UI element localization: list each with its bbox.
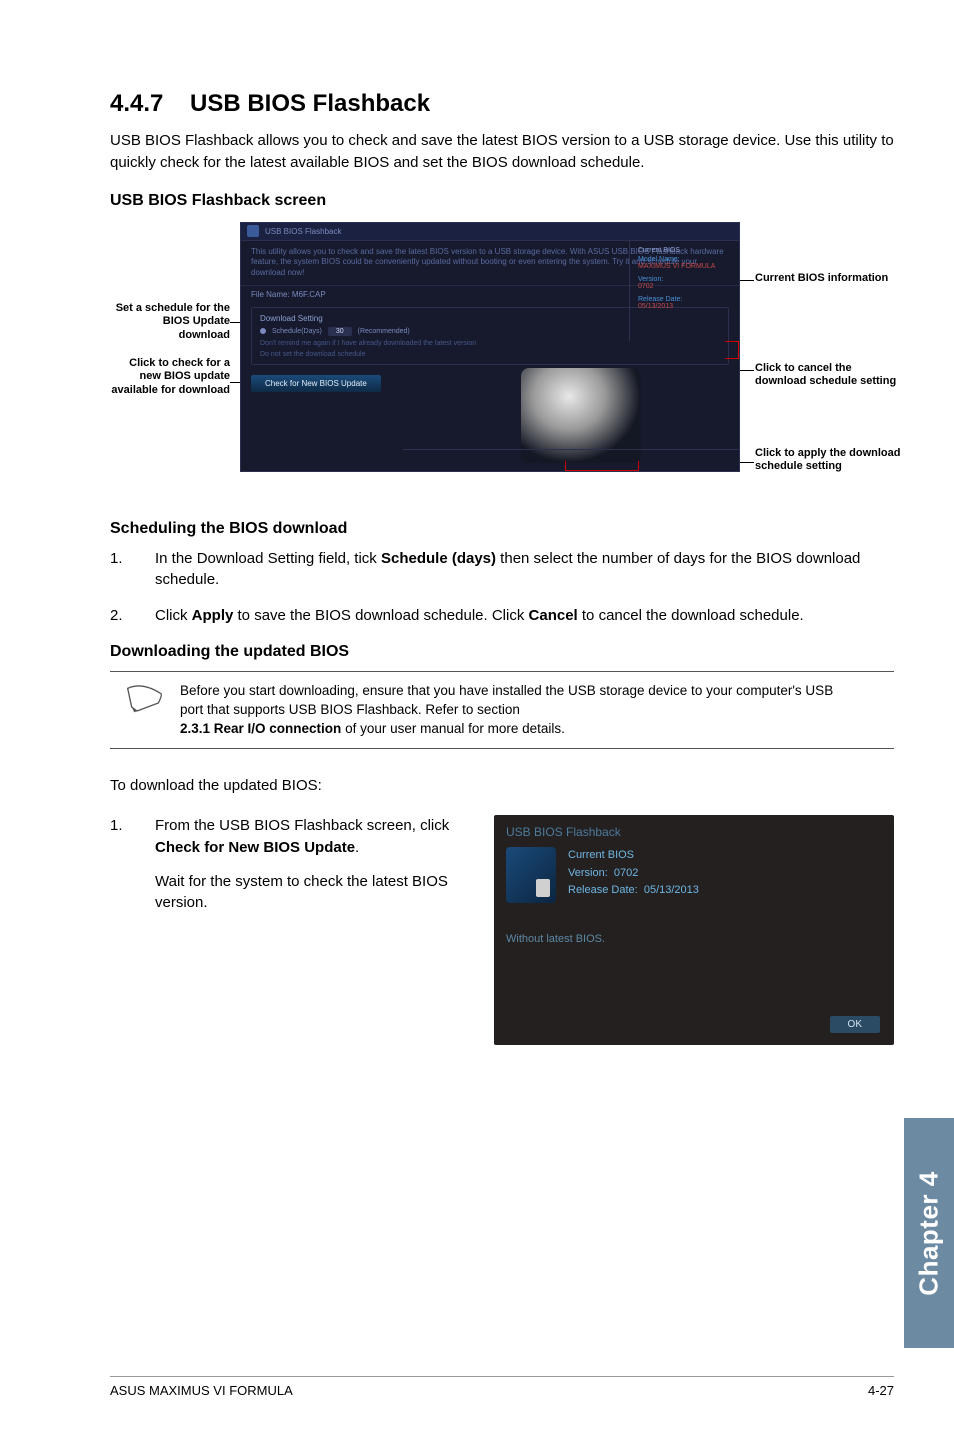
note-line1: Before you start downloading, ensure tha…: [180, 683, 833, 717]
list-body: From the USB BIOS Flashback screen, clic…: [155, 815, 474, 914]
note-box: Before you start downloading, ensure tha…: [110, 671, 894, 750]
dialog-version-label: Version:: [568, 867, 608, 879]
dialog-ok-button[interactable]: OK: [830, 1016, 880, 1033]
sidebar-version-label: Version:: [638, 276, 731, 283]
step2-pre: Click: [155, 607, 192, 624]
callout-line: [740, 462, 754, 463]
dl-step1-bold: Check for New BIOS Update: [155, 839, 355, 856]
sidebar-model-label: Model Name:: [638, 256, 731, 263]
dl-step1-wait: Wait for the system to check the latest …: [155, 873, 448, 912]
pencil-note-icon: [125, 684, 165, 714]
screen-subheading: USB BIOS Flashback screen: [110, 192, 894, 210]
sidebar-version-value: 0702: [638, 283, 731, 290]
list-number: 1.: [110, 548, 155, 592]
page-footer: ASUS MAXIMUS VI FORMULA 4-27: [110, 1376, 894, 1398]
section-number: 4.4.7: [110, 90, 190, 118]
step1-bold: Schedule (days): [381, 550, 496, 567]
dialog-release-value: 05/13/2013: [644, 884, 699, 896]
footer-product: ASUS MAXIMUS VI FORMULA: [110, 1383, 293, 1398]
two-column-row: 1. From the USB BIOS Flashback screen, c…: [110, 815, 894, 1045]
list-item: 2. Click Apply to save the BIOS download…: [110, 605, 894, 627]
sidebar-model-value: MAXIMUS VI FORMULA: [638, 263, 731, 270]
list-number: 1.: [110, 815, 155, 914]
callout-click-cancel: Click to cancel the download schedule se…: [755, 362, 905, 390]
callout-click-apply: Click to apply the download schedule set…: [755, 447, 905, 475]
scheduling-heading: Scheduling the BIOS download: [110, 520, 894, 538]
radio-icon[interactable]: [260, 328, 266, 334]
check-new-bios-button[interactable]: Check for New BIOS Update: [251, 375, 381, 392]
step2-mid: to save the BIOS download schedule. Clic…: [233, 607, 528, 624]
shot-filename-label: File Name:: [251, 290, 290, 299]
chapter-tab-label: Chapter 4: [914, 1171, 945, 1295]
note-bold: 2.3.1 Rear I/O connection: [180, 721, 341, 736]
shot-filename-value: M6F.CAP: [292, 290, 326, 299]
apply-bracket: [565, 461, 639, 471]
shot-bottom-bar: [403, 449, 739, 471]
dialog-info: Current BIOS Version: 0702 Release Date:…: [568, 847, 699, 903]
download-intro: To download the updated BIOS:: [110, 775, 894, 797]
chapter-tab: Chapter 4: [904, 1118, 954, 1348]
sidebar-release-label: Release Date:: [638, 296, 731, 303]
panel-subnote-2: Do not set the download schedule: [260, 351, 720, 358]
shot-window-title: USB BIOS Flashback: [265, 227, 341, 236]
sidebar-current-label: Current BIOS: [638, 247, 731, 254]
schedule-select[interactable]: 30: [328, 327, 352, 336]
usb-icon: [506, 847, 556, 903]
cancel-bracket: [725, 341, 739, 359]
callout-current-bios: Current BIOS information: [755, 272, 905, 286]
dialog-title: USB BIOS Flashback: [506, 825, 882, 839]
dl-step1-post: .: [355, 839, 359, 856]
asus-logo-icon: [247, 225, 259, 237]
note-text: Before you start downloading, ensure tha…: [180, 682, 894, 739]
dialog-release-label: Release Date:: [568, 884, 638, 896]
list-number: 2.: [110, 605, 155, 627]
dialog-status: Without latest BIOS.: [506, 933, 882, 945]
schedule-label: Schedule(Days): [272, 328, 322, 335]
flashback-screenshot: USB BIOS Flashback This utility allows y…: [240, 222, 740, 472]
note-icon: [110, 682, 180, 714]
screenshot-figure: Set a schedule for the BIOS Update downl…: [110, 222, 894, 492]
intro-paragraph: USB BIOS Flashback allows you to check a…: [110, 130, 894, 174]
callout-click-check: Click to check for a new BIOS update ava…: [110, 357, 230, 398]
list-body: In the Download Setting field, tick Sche…: [155, 548, 894, 592]
list-body: Click Apply to save the BIOS download sc…: [155, 605, 894, 627]
callout-line: [740, 370, 754, 371]
recommended-label: (Recommended): [358, 328, 410, 335]
footer-page-number: 4-27: [868, 1383, 894, 1398]
callout-set-schedule: Set a schedule for the BIOS Update downl…: [110, 302, 230, 343]
panel-subnote-1: Don't remind me again if I have already …: [260, 340, 720, 347]
step2-bold2: Cancel: [529, 607, 578, 624]
step1-pre: In the Download Setting field, tick: [155, 550, 381, 567]
section-title: USB BIOS Flashback: [190, 90, 430, 117]
shot-titlebar: USB BIOS Flashback: [241, 223, 739, 241]
dialog-version-value: 0702: [614, 867, 638, 879]
section-heading: 4.4.7USB BIOS Flashback: [110, 90, 894, 118]
list-item: 1. In the Download Setting field, tick S…: [110, 548, 894, 592]
list-item: 1. From the USB BIOS Flashback screen, c…: [110, 815, 474, 914]
step2-post: to cancel the download schedule.: [578, 607, 804, 624]
dl-step1-pre: From the USB BIOS Flashback screen, clic…: [155, 817, 449, 834]
callout-line: [740, 280, 754, 281]
downloading-heading: Downloading the updated BIOS: [110, 643, 894, 661]
dialog-current-label: Current BIOS: [568, 847, 699, 865]
current-bios-sidebar: Current BIOS Model Name: MAXIMUS VI FORM…: [629, 241, 739, 341]
step2-bold1: Apply: [192, 607, 234, 624]
sidebar-release-value: 05/13/2013: [638, 303, 731, 310]
dialog-screenshot: USB BIOS Flashback Current BIOS Version:…: [494, 815, 894, 1045]
note-line2: of your user manual for more details.: [341, 721, 565, 736]
